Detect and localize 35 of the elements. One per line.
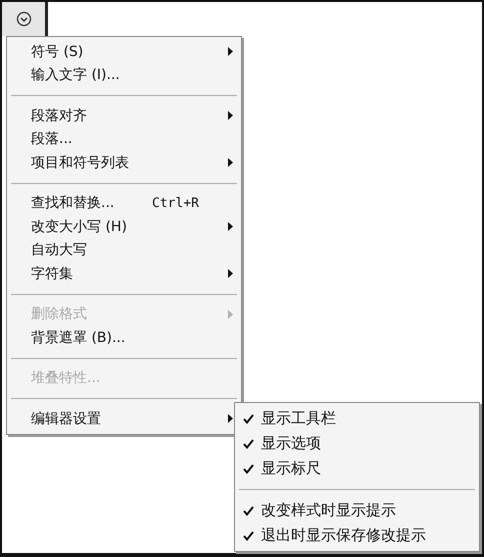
menu-item[interactable]: 字符集: [7, 262, 241, 286]
submenu-item[interactable]: 显示选项: [235, 431, 479, 456]
menu-item[interactable]: 段落...: [7, 128, 241, 151]
menu-item[interactable]: 输入文字 (I)...: [7, 64, 241, 87]
submenu-item-label: 显示标尺: [261, 459, 322, 478]
submenu-item-label: 退出时显示保存修改提示: [261, 526, 427, 545]
dropdown-button[interactable]: [2, 2, 48, 36]
menu-item-label: 输入文字 (I)...: [31, 66, 121, 84]
menu-item-label: 段落...: [31, 130, 74, 148]
submenu-item[interactable]: 退出时显示保存修改提示: [235, 523, 479, 548]
menu-item-label: 堆叠特性...: [31, 369, 102, 388]
submenu-item-label: 显示工具栏: [261, 409, 337, 428]
menu-item-label: 自动大写: [31, 241, 88, 260]
shortcut-text: Ctrl+R: [152, 196, 199, 211]
menu-item-label: 改变大小写 (H): [31, 218, 128, 236]
submenu-item[interactable]: 显示标尺: [235, 456, 479, 481]
submenu-item-label: 改变样式时显示提示: [261, 501, 397, 520]
menu-item[interactable]: 改变大小写 (H): [7, 215, 241, 238]
submenu-item-label: 显示选项: [261, 434, 322, 453]
menu-item-label: 项目和符号列表: [31, 154, 130, 172]
chevron-circle-icon: [16, 11, 32, 27]
menu-item[interactable]: 背景遮罩 (B)...: [7, 326, 241, 350]
menu-item-label: 删除格式: [31, 305, 88, 324]
menu-item[interactable]: 查找和替换... Ctrl+R: [7, 192, 241, 215]
menu-item-label: 字符集: [31, 264, 74, 283]
menu-item[interactable]: 自动大写: [7, 238, 241, 262]
menu-item[interactable]: 符号 (S): [7, 40, 241, 64]
menu-item-label: 查找和替换...: [31, 194, 116, 212]
menu-item-label: 段落对齐: [31, 106, 88, 125]
menu-item[interactable]: 段落对齐: [7, 104, 241, 128]
menu-item-label: 编辑器设置: [31, 410, 102, 428]
menu-item-label: 背景遮罩 (B)...: [31, 328, 126, 347]
menu-item-label: 符号 (S): [31, 42, 84, 61]
submenu-item[interactable]: 改变样式时显示提示: [235, 498, 479, 523]
menu-item[interactable]: 项目和符号列表: [7, 151, 241, 174]
